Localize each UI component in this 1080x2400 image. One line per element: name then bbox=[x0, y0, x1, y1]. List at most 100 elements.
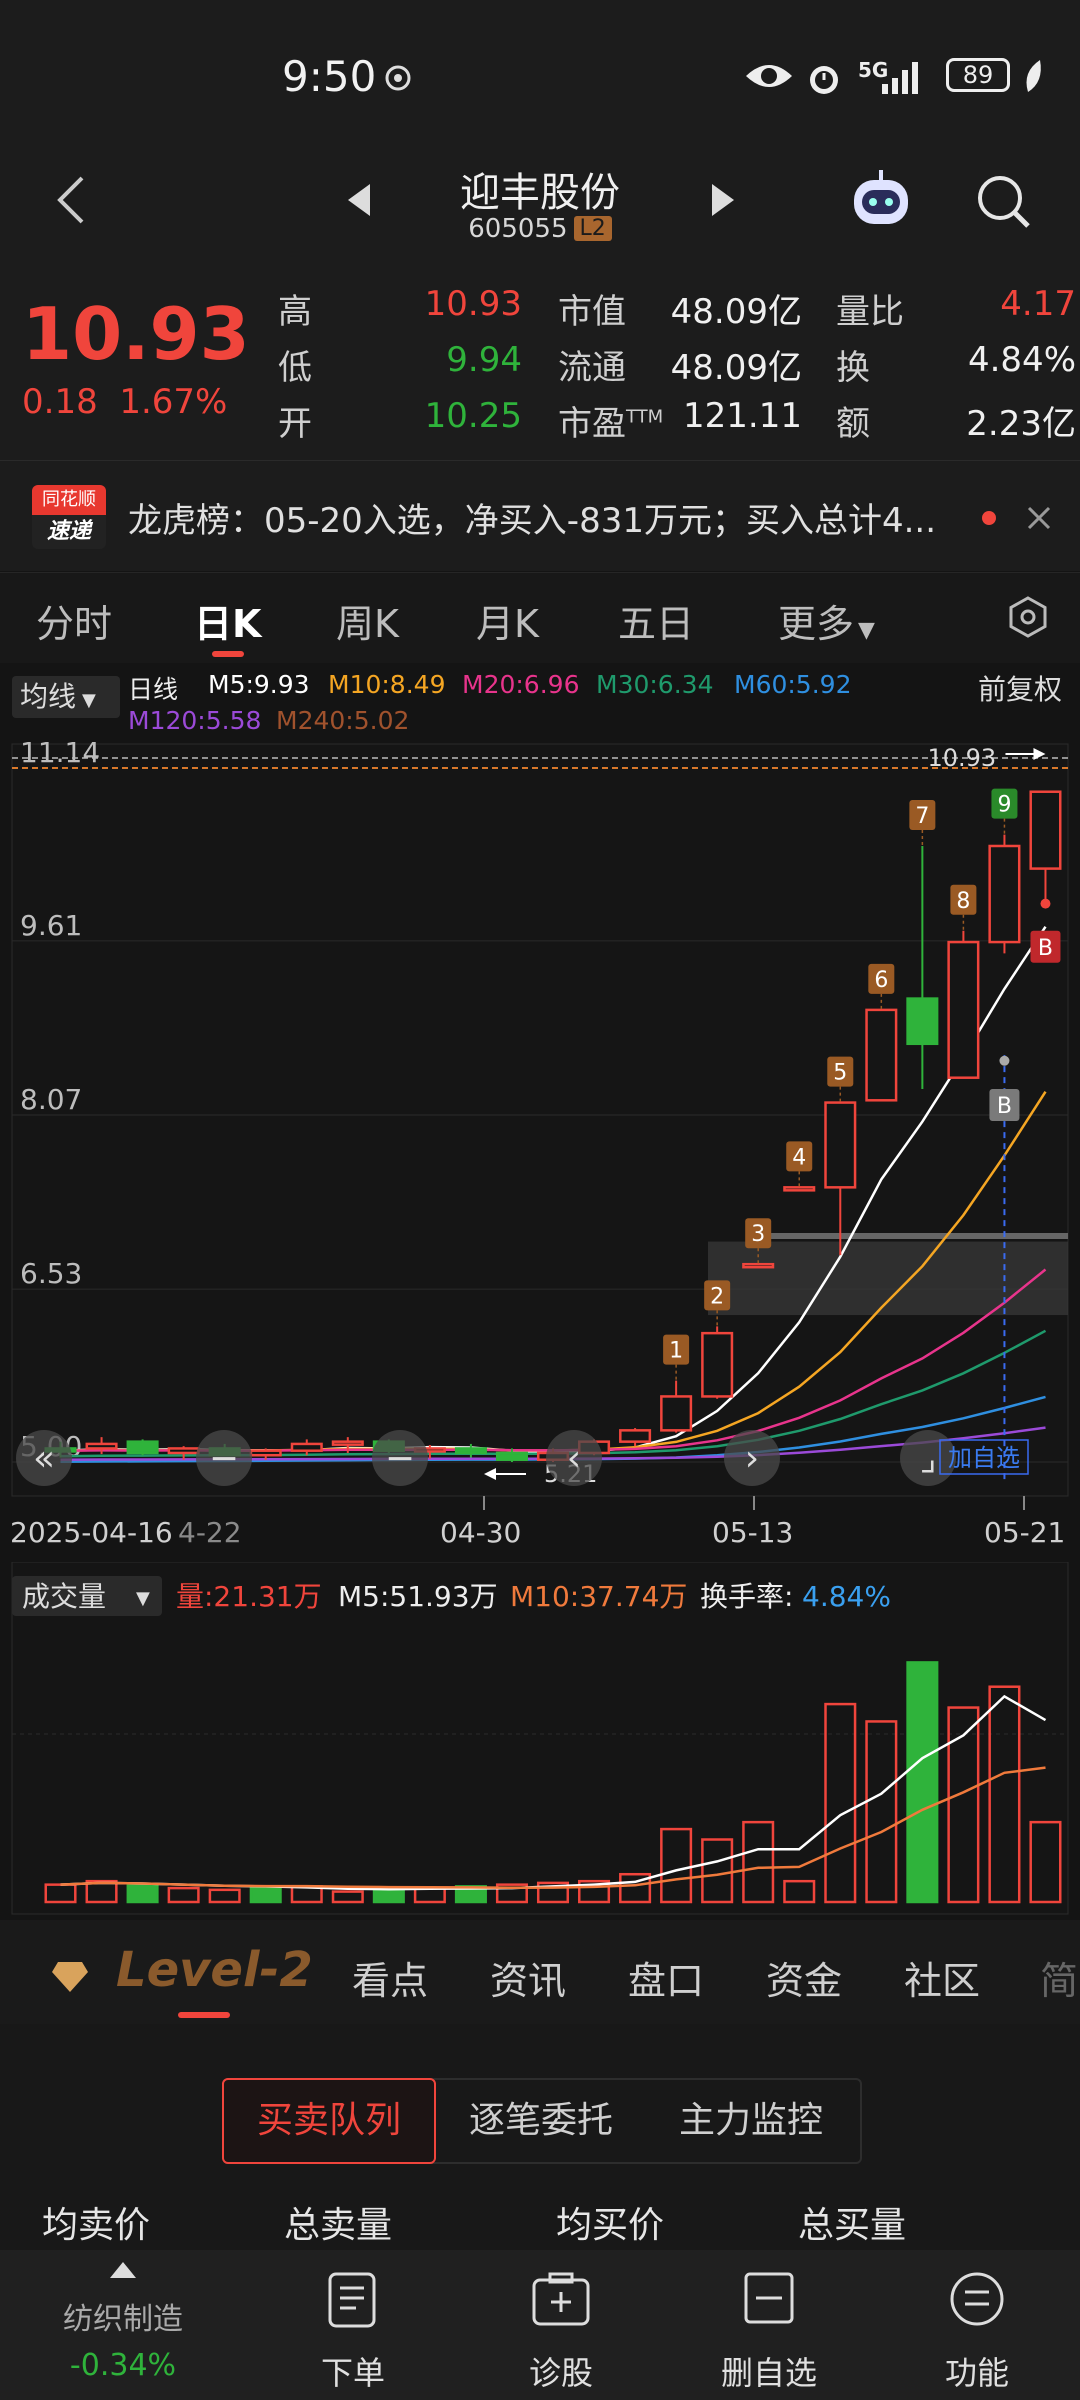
tab-five-day[interactable]: 五日 bbox=[618, 593, 694, 648]
change-amount: 0.18 bbox=[22, 382, 98, 422]
alarm-icon bbox=[810, 66, 838, 94]
streak-marker-label: 7 bbox=[915, 804, 929, 829]
sector-name: 纺织制造 bbox=[63, 2302, 183, 2337]
search-icon[interactable] bbox=[974, 172, 1034, 232]
turnover-rate-value: 4.84% bbox=[802, 1580, 891, 1613]
adjust-label[interactable]: 前复权 bbox=[978, 668, 1062, 708]
seg-main-monitor[interactable]: 主力监控 bbox=[646, 2080, 856, 2162]
x-tick-label: 05-21 bbox=[984, 1516, 1065, 1549]
status-time: 9:50 bbox=[282, 52, 377, 101]
seg-order-by-order[interactable]: 逐笔委托 bbox=[436, 2080, 646, 2162]
stock-code-row: 605055 L2 bbox=[0, 214, 1080, 244]
stock-header: 迎丰股份 605055 L2 bbox=[0, 160, 1080, 264]
tab-more[interactable]: 更多 ▼ bbox=[778, 593, 875, 648]
total-sell-vol-header: 总卖量 bbox=[284, 2205, 393, 2246]
sector-change: -0.34% bbox=[69, 2348, 177, 2383]
nav-functions[interactable]: 功能 bbox=[872, 2250, 1080, 2400]
news-banner[interactable]: 同花顺 速递 龙虎榜：05-20入选，净买入-831万元；买入总计4... bbox=[0, 460, 1080, 571]
settings-icon[interactable] bbox=[1006, 595, 1050, 639]
amount-label: 额 bbox=[836, 404, 870, 444]
ma60-label: M60:5.92 bbox=[734, 670, 852, 699]
streak-marker-label: 6 bbox=[874, 968, 888, 993]
high-value: 10.93 bbox=[424, 284, 522, 324]
ma120-label: M120:5.58 bbox=[128, 706, 262, 735]
active-tab-indicator bbox=[212, 651, 244, 657]
diagnose-kit-icon bbox=[532, 2272, 590, 2326]
streak-marker-label: 4 bbox=[792, 1145, 806, 1170]
pe-value: 121.11 bbox=[683, 396, 802, 436]
tab-weekly-k[interactable]: 周K bbox=[336, 593, 399, 648]
mktcap-value: 48.09亿 bbox=[670, 292, 802, 332]
total-buy-vol-header: 总买量 bbox=[798, 2205, 907, 2246]
zoom-out-icon-glyph: − bbox=[209, 1438, 239, 1479]
mktcap-label: 市值 bbox=[558, 292, 626, 332]
tab-orderbook[interactable]: 盘口 bbox=[628, 1950, 704, 2005]
candle-body bbox=[454, 1447, 487, 1455]
sector-indicator[interactable]: 纺织制造 -0.34% bbox=[18, 2250, 228, 2400]
volratio-label: 量比 bbox=[836, 292, 904, 332]
ma20-label: M20:6.96 bbox=[462, 670, 580, 699]
tab-monthly-k[interactable]: 月K bbox=[476, 593, 539, 648]
nav-remove-watchlist[interactable]: 删自选 bbox=[664, 2250, 874, 2400]
streak-marker-label: 1 bbox=[669, 1339, 683, 1364]
ma240-label: M240:5.02 bbox=[276, 706, 410, 735]
nav-order[interactable]: 下单 bbox=[248, 2250, 458, 2400]
streak-marker-label: 8 bbox=[956, 889, 970, 914]
news-text[interactable]: 龙虎榜：05-20入选，净买入-831万元；买入总计4... bbox=[128, 493, 978, 542]
tab-funds[interactable]: 资金 bbox=[766, 1950, 842, 2005]
candle-body bbox=[660, 1395, 693, 1432]
bottom-nav: 纺织制造 -0.34% 下单 诊股 删自选 功能 bbox=[0, 2250, 1080, 2400]
candle-body bbox=[947, 940, 980, 1079]
streak-marker-label: 9 bbox=[997, 793, 1011, 818]
y-tick-label: 8.07 bbox=[20, 1083, 82, 1116]
candle-body bbox=[1029, 790, 1062, 870]
buy-signal-dot bbox=[999, 1055, 1010, 1066]
buy-marker-label: B bbox=[1038, 936, 1053, 961]
add-watch-label[interactable]: 加自选 bbox=[948, 1444, 1020, 1472]
ai-robot-icon[interactable] bbox=[848, 168, 914, 234]
candle-body bbox=[742, 1262, 775, 1269]
tab-brief[interactable]: 简 bbox=[1040, 1950, 1078, 2005]
tab-news[interactable]: 资讯 bbox=[490, 1950, 566, 2005]
triangle-up-icon bbox=[110, 2262, 136, 2278]
buy-signal-dot bbox=[1040, 898, 1051, 909]
pe-label: 市盈TTM bbox=[558, 404, 664, 444]
ma10-label: M10:8.49 bbox=[328, 670, 446, 699]
high-label: 高 bbox=[278, 292, 312, 332]
x-tick-label: 05-13 bbox=[712, 1516, 793, 1549]
volume-m10-label: M10:37.74万 bbox=[510, 1580, 687, 1613]
ma-selector[interactable]: 均线 ▼ bbox=[12, 676, 120, 718]
nav-diagnose[interactable]: 诊股 bbox=[456, 2250, 666, 2400]
y-tick-label: 11.14 bbox=[20, 740, 100, 769]
buy-marker-label: B bbox=[997, 1094, 1012, 1119]
eye-icon bbox=[746, 65, 792, 87]
tab-daily-k[interactable]: 日K bbox=[194, 593, 261, 648]
next-stock-icon[interactable] bbox=[708, 180, 738, 220]
tab-community[interactable]: 社区 bbox=[904, 1950, 980, 2005]
candle-body bbox=[906, 997, 939, 1046]
x-tick-label: 04-30 bbox=[440, 1516, 521, 1549]
ma30-label: M30:6.34 bbox=[596, 670, 714, 699]
y-tick-label: 6.53 bbox=[20, 1257, 82, 1290]
resistance-zone bbox=[708, 1241, 1068, 1316]
tab-highlights[interactable]: 看点 bbox=[352, 1950, 428, 2005]
candle-body bbox=[126, 1440, 159, 1455]
tab-intraday[interactable]: 分时 bbox=[36, 593, 112, 648]
volume-chart[interactable]: 成交量 ▼ 量:21.31万 M5:51.93万 M10:37.74万 换手率: 4.84% bbox=[0, 1562, 1080, 1918]
signal-icon bbox=[882, 62, 918, 94]
close-icon[interactable] bbox=[1026, 505, 1052, 531]
news-dot bbox=[982, 511, 996, 525]
turnover-value: 4.84% bbox=[967, 340, 1076, 380]
battery-icon: 89 bbox=[946, 58, 1010, 92]
streak-marker-label: 2 bbox=[710, 1284, 724, 1309]
float-label: 流通 bbox=[558, 348, 626, 388]
order-doc-icon bbox=[328, 2272, 376, 2328]
max-price-label: 10.93 bbox=[927, 744, 996, 772]
y-tick-label: 9.61 bbox=[20, 909, 82, 942]
candle-body bbox=[167, 1447, 200, 1455]
kline-chart[interactable]: 11.149.618.076.535.0012345678910.935.21B… bbox=[0, 740, 1080, 1560]
level2-logo[interactable]: Level-2 bbox=[116, 1942, 313, 1998]
candle-body bbox=[85, 1442, 118, 1450]
seg-buy-sell-queue[interactable]: 买卖队列 bbox=[222, 2078, 436, 2164]
prev-icon-glyph: ‹ bbox=[567, 1438, 581, 1479]
